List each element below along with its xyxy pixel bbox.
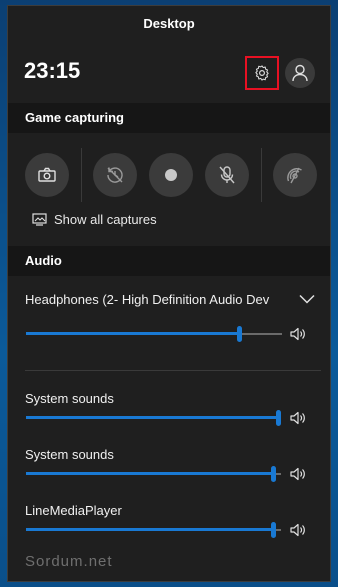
record-last-button[interactable] xyxy=(93,153,137,197)
chevron-down-icon xyxy=(299,294,315,304)
speaker-icon[interactable] xyxy=(290,411,306,425)
broadcast-button[interactable] xyxy=(273,153,317,197)
app-volume-slider[interactable] xyxy=(26,522,281,538)
watermark: Sordum.net xyxy=(25,553,113,570)
captures-gallery-icon xyxy=(32,212,47,226)
microphone-off-icon xyxy=(219,166,235,184)
slider-thumb[interactable] xyxy=(271,522,276,538)
camera-icon xyxy=(38,167,56,182)
audio-device-dropdown[interactable]: Headphones (2- High Definition Audio Dev xyxy=(25,288,315,310)
app-name-system-sounds: System sounds xyxy=(25,447,114,462)
slider-thumb[interactable] xyxy=(237,326,242,342)
show-all-captures-label: Show all captures xyxy=(54,211,157,227)
slider-thumb[interactable] xyxy=(271,466,276,482)
audio-header: Audio xyxy=(8,246,330,276)
slider-fill xyxy=(26,528,273,531)
game-capturing-header: Game capturing xyxy=(8,103,330,133)
speaker-icon[interactable] xyxy=(290,467,306,481)
game-bar-panel: Desktop 23:15 Game capturing Show all ca… xyxy=(7,5,331,582)
show-all-captures-link[interactable]: Show all captures xyxy=(32,209,157,229)
record-dot-icon xyxy=(165,169,177,181)
screenshot-button[interactable] xyxy=(25,153,69,197)
start-recording-button[interactable] xyxy=(149,153,193,197)
app-name-system-sounds: System sounds xyxy=(25,391,114,406)
divider xyxy=(81,148,82,202)
slider-fill xyxy=(26,416,278,419)
broadcast-off-icon xyxy=(287,167,302,184)
user-icon xyxy=(292,64,308,82)
panel-title: Desktop xyxy=(143,16,195,31)
divider xyxy=(25,370,321,371)
gear-icon xyxy=(255,65,269,81)
settings-button[interactable] xyxy=(245,56,279,90)
speaker-icon[interactable] xyxy=(290,327,306,341)
record-history-icon xyxy=(107,167,123,183)
account-button[interactable] xyxy=(285,58,315,88)
app-volume-slider[interactable] xyxy=(26,466,281,482)
device-volume-slider[interactable] xyxy=(26,326,282,342)
audio-device-name: Headphones (2- High Definition Audio Dev xyxy=(25,291,270,307)
slider-thumb[interactable] xyxy=(276,410,281,426)
window-frame: Desktop 23:15 Game capturing Show all ca… xyxy=(0,0,338,587)
speaker-icon[interactable] xyxy=(290,523,306,537)
clock: 23:15 xyxy=(24,58,81,83)
slider-fill xyxy=(26,472,273,475)
app-name-linemediaplayer: LineMediaPlayer xyxy=(25,503,122,518)
microphone-toggle-button[interactable] xyxy=(205,153,249,197)
app-volume-slider[interactable] xyxy=(26,410,281,426)
divider xyxy=(261,148,262,202)
slider-fill xyxy=(26,332,239,335)
